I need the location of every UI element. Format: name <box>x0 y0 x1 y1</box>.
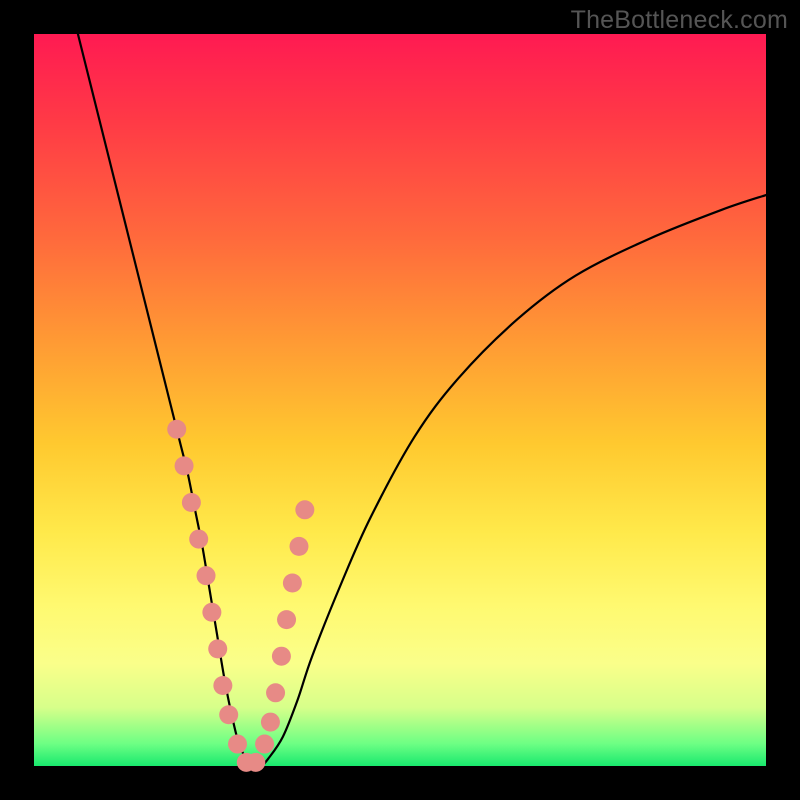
highlight-dot <box>255 735 274 754</box>
bottleneck-curve <box>78 34 766 767</box>
highlight-dot <box>246 753 265 772</box>
highlight-dot <box>175 456 194 475</box>
highlight-dot <box>272 647 291 666</box>
highlight-dot <box>277 610 296 629</box>
highlight-dot <box>189 530 208 549</box>
highlight-dot <box>219 705 238 724</box>
plot-area <box>34 34 766 766</box>
highlight-dot <box>182 493 201 512</box>
chart-frame: TheBottleneck.com <box>0 0 800 800</box>
highlight-dot <box>208 639 227 658</box>
watermark-label: TheBottleneck.com <box>571 6 788 35</box>
highlight-dot <box>228 735 247 754</box>
highlight-dot <box>197 566 216 585</box>
highlight-dot <box>266 683 285 702</box>
highlight-dot <box>261 713 280 732</box>
highlight-dot <box>202 603 221 622</box>
chart-svg <box>34 34 766 766</box>
highlight-dot <box>167 420 186 439</box>
highlight-dot <box>283 574 302 593</box>
highlight-dots-group <box>167 420 314 772</box>
highlight-dot <box>213 676 232 695</box>
highlight-dot <box>289 537 308 556</box>
highlight-dot <box>295 500 314 519</box>
